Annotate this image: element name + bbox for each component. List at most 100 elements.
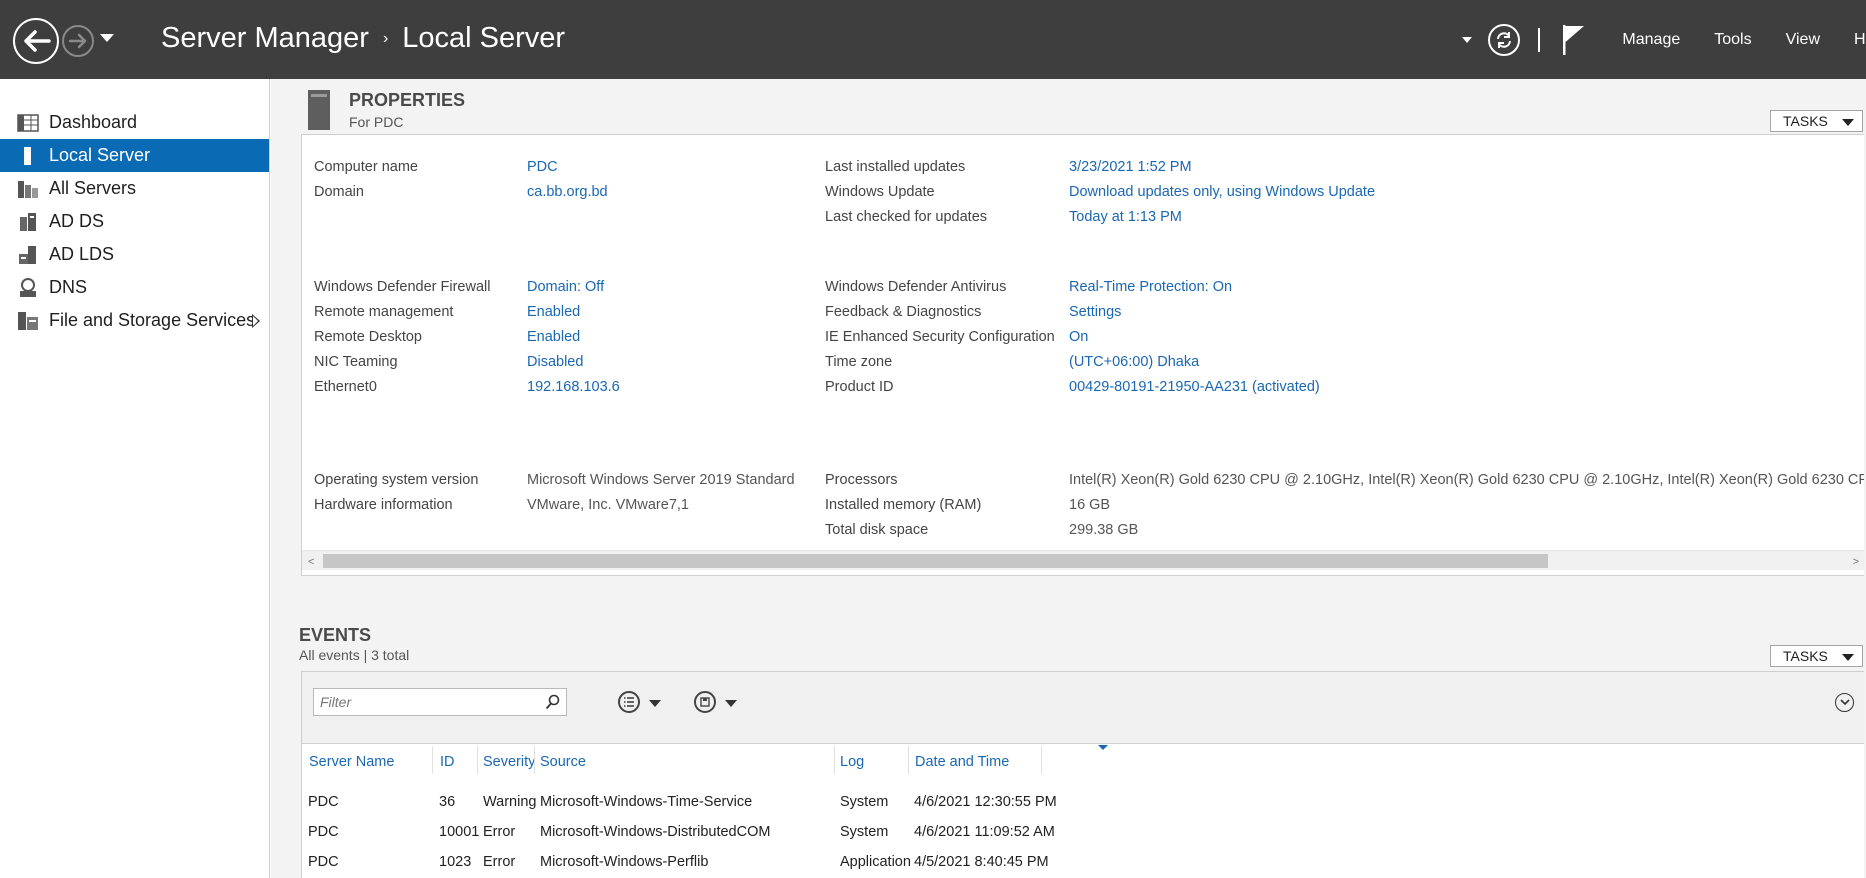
sidebar-item-ad-lds[interactable]: AD LDS <box>0 238 269 271</box>
app-title[interactable]: Server Manager <box>161 22 369 55</box>
table-cell-severity[interactable]: Error <box>483 824 515 840</box>
titlebar-actions: Manage Tools View Help <box>1462 0 1866 79</box>
chevron-down-icon <box>1842 119 1854 126</box>
scroll-left-icon[interactable]: < <box>308 556 314 568</box>
prop-value-link[interactable]: 00429-80191-21950-AA231 (activated) <box>1069 379 1320 395</box>
table-cell-date[interactable]: 4/5/2021 8:40:45 PM <box>914 854 1049 870</box>
table-cell-id[interactable]: 36 <box>439 794 455 810</box>
events-title: EVENTS <box>299 625 372 645</box>
table-cell-id[interactable]: 10001 <box>439 824 479 840</box>
sidebar-item-file-and-storage-services[interactable]: File and Storage Services <box>0 304 269 337</box>
save-query-dropdown-icon[interactable] <box>725 700 737 707</box>
save-query-button[interactable] <box>694 691 716 713</box>
column-divider[interactable] <box>908 746 909 774</box>
table-cell-server[interactable]: PDC <box>308 824 339 840</box>
column-header-source[interactable]: Source <box>540 754 586 770</box>
column-header-date-and-time[interactable]: Date and Time <box>915 754 1009 770</box>
arrow-right-icon <box>68 33 87 49</box>
prop-value-link[interactable]: 3/23/2021 1:52 PM <box>1069 159 1192 175</box>
menu-tools[interactable]: Tools <box>1714 31 1751 49</box>
sidebar-item-dns[interactable]: DNS <box>0 271 269 304</box>
table-cell-server[interactable]: PDC <box>308 794 339 810</box>
menu-manage[interactable]: Manage <box>1622 31 1680 49</box>
prop-value-link[interactable]: Real-Time Protection: On <box>1069 279 1232 295</box>
table-cell-log[interactable]: System <box>840 794 888 810</box>
prop-value-link[interactable]: ca.bb.org.bd <box>527 184 608 200</box>
prop-label: Ethernet0 <box>314 379 377 395</box>
list-view-dropdown-icon[interactable] <box>649 700 661 707</box>
expand-section-button[interactable] <box>1835 693 1854 712</box>
prop-label: Total disk space <box>825 522 929 538</box>
scroll-right-icon[interactable]: > <box>1853 556 1859 568</box>
table-cell-log[interactable]: System <box>840 824 888 840</box>
prop-value-link[interactable]: On <box>1069 329 1088 345</box>
events-tasks-button[interactable]: TASKS <box>1770 645 1863 667</box>
prop-value-link[interactable]: 192.168.103.6 <box>527 379 620 395</box>
table-cell-severity[interactable]: Warning <box>483 794 536 810</box>
table-cell-log[interactable]: Application <box>840 854 911 870</box>
server-tower-icon <box>308 90 330 130</box>
column-divider[interactable] <box>1041 746 1042 774</box>
server-icon <box>17 146 39 166</box>
table-cell-source[interactable]: Microsoft-Windows-Perflib <box>540 854 708 870</box>
prop-value-link[interactable]: Enabled <box>527 329 580 345</box>
prop-value-link[interactable]: Download updates only, using Windows Upd… <box>1069 184 1375 200</box>
column-header-server-name[interactable]: Server Name <box>309 754 394 770</box>
prop-label: Remote management <box>314 304 454 320</box>
properties-panel: Computer name PDC Domain ca.bb.org.bd Wi… <box>301 134 1866 576</box>
sidebar-item-all-servers[interactable]: All Servers <box>0 172 269 205</box>
prop-value-link[interactable]: Domain: Off <box>527 279 604 295</box>
prop-value-link[interactable]: Settings <box>1069 304 1121 320</box>
column-header-log[interactable]: Log <box>840 754 864 770</box>
table-cell-source[interactable]: Microsoft-Windows-DistributedCOM <box>540 824 770 840</box>
notifications-flag-button[interactable] <box>1562 24 1586 56</box>
prop-value: Microsoft Windows Server 2019 Standard <box>527 472 795 488</box>
events-panel: Filter Server Name ID Severity Source Lo… <box>301 671 1866 878</box>
sidebar-item-label: DNS <box>49 277 88 297</box>
sidebar-item-dashboard[interactable]: Dashboard <box>0 106 269 139</box>
menu-view[interactable]: View <box>1786 31 1820 49</box>
prop-value-link[interactable]: Enabled <box>527 304 580 320</box>
scrollbar-thumb[interactable] <box>323 554 1548 568</box>
column-divider[interactable] <box>834 746 835 774</box>
column-divider[interactable] <box>534 746 535 774</box>
prop-label: Operating system version <box>314 472 479 488</box>
prop-label: Processors <box>825 472 898 488</box>
breadcrumb: Server Manager › Local Server <box>161 22 565 55</box>
prop-value-link[interactable]: (UTC+06:00) Dhaka <box>1069 354 1199 370</box>
column-divider[interactable] <box>477 746 478 774</box>
sidebar-item-ad-ds[interactable]: AD DS <box>0 205 269 238</box>
column-header-severity[interactable]: Severity <box>483 754 535 770</box>
refresh-button[interactable] <box>1488 23 1521 56</box>
column-divider[interactable] <box>432 746 433 774</box>
notifications-dropdown-icon[interactable] <box>1462 36 1473 43</box>
table-cell-date[interactable]: 4/6/2021 12:30:55 PM <box>914 794 1057 810</box>
filter-input[interactable]: Filter <box>313 688 567 716</box>
history-dropdown-icon[interactable] <box>100 34 114 42</box>
forward-button[interactable] <box>62 25 94 57</box>
table-cell-source[interactable]: Microsoft-Windows-Time-Service <box>540 794 752 810</box>
back-button[interactable] <box>13 18 59 64</box>
sidebar-item-label: Local Server <box>49 145 151 165</box>
prop-label: IE Enhanced Security Configuration <box>825 329 1055 345</box>
prop-value-link[interactable]: PDC <box>527 159 558 175</box>
list-view-button[interactable] <box>618 691 640 713</box>
table-cell-server[interactable]: PDC <box>308 854 339 870</box>
prop-label: Windows Defender Antivirus <box>825 279 1007 295</box>
toolbar-divider <box>1538 27 1541 52</box>
properties-tasks-button[interactable]: TASKS <box>1770 110 1863 132</box>
prop-value-link[interactable]: Today at 1:13 PM <box>1069 209 1182 225</box>
sidebar-item-local-server[interactable]: Local Server <box>0 139 269 172</box>
search-icon[interactable] <box>545 694 561 710</box>
table-cell-severity[interactable]: Error <box>483 854 515 870</box>
events-subtitle: All events | 3 total <box>299 647 410 663</box>
expand-arrow-icon[interactable] <box>252 314 260 328</box>
column-header-id[interactable]: ID <box>440 754 455 770</box>
sidebar-item-label: File and Storage Services <box>49 310 256 330</box>
table-cell-date[interactable]: 4/6/2021 11:09:52 AM <box>914 824 1055 840</box>
menu-help[interactable]: Help <box>1854 31 1866 49</box>
sort-indicator-icon <box>1098 745 1108 750</box>
horizontal-scrollbar[interactable]: < > <box>302 550 1865 570</box>
prop-value-link[interactable]: Disabled <box>527 354 583 370</box>
table-cell-id[interactable]: 1023 <box>439 854 471 870</box>
